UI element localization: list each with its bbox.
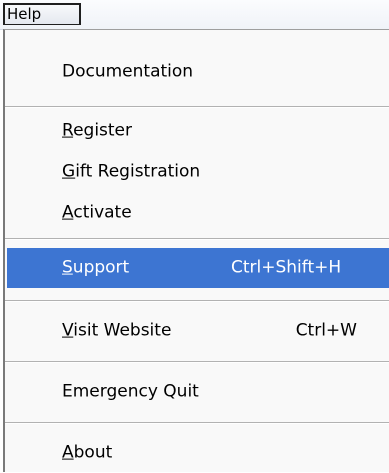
menu-item-label: Gift Registration bbox=[62, 161, 201, 182]
help-dropdown-menu: Documentation Register Gift Registration… bbox=[3, 29, 389, 472]
menu-item-emergency-quit[interactable]: Emergency Quit bbox=[5, 372, 389, 412]
menu-item-label: Documentation bbox=[62, 61, 194, 82]
help-menu-button[interactable]: Help bbox=[3, 3, 81, 25]
menu-item-register[interactable]: Register bbox=[5, 112, 389, 150]
menu-item-label: Emergency Quit bbox=[62, 381, 199, 402]
menu-separator bbox=[5, 106, 389, 108]
menu-item-visit-website[interactable]: Visit Website Ctrl+W bbox=[5, 311, 389, 351]
menu-item-label: About bbox=[62, 442, 113, 463]
menu-item-shortcut: Ctrl+W bbox=[295, 320, 357, 341]
menu-item-label: Support bbox=[62, 257, 130, 278]
menu-item-label: Register bbox=[62, 120, 133, 141]
menu-separator bbox=[5, 422, 389, 424]
menu-item-documentation[interactable]: Documentation bbox=[5, 52, 389, 92]
help-menu-label: Help bbox=[7, 5, 42, 23]
menu-item-about[interactable]: About bbox=[5, 433, 389, 473]
menu-item-support[interactable]: Support Ctrl+Shift+H bbox=[7, 248, 389, 288]
menu-separator bbox=[5, 361, 389, 363]
menu-item-label: Visit Website bbox=[62, 320, 172, 341]
menu-separator bbox=[5, 300, 389, 302]
menu-item-gift-registration[interactable]: Gift Registration bbox=[5, 153, 389, 191]
menu-item-label: Activate bbox=[62, 202, 132, 223]
menu-item-activate[interactable]: Activate bbox=[5, 194, 389, 232]
menu-bar: Help bbox=[0, 0, 389, 30]
menu-item-shortcut: Ctrl+Shift+H bbox=[231, 257, 342, 278]
menu-separator bbox=[5, 238, 389, 240]
